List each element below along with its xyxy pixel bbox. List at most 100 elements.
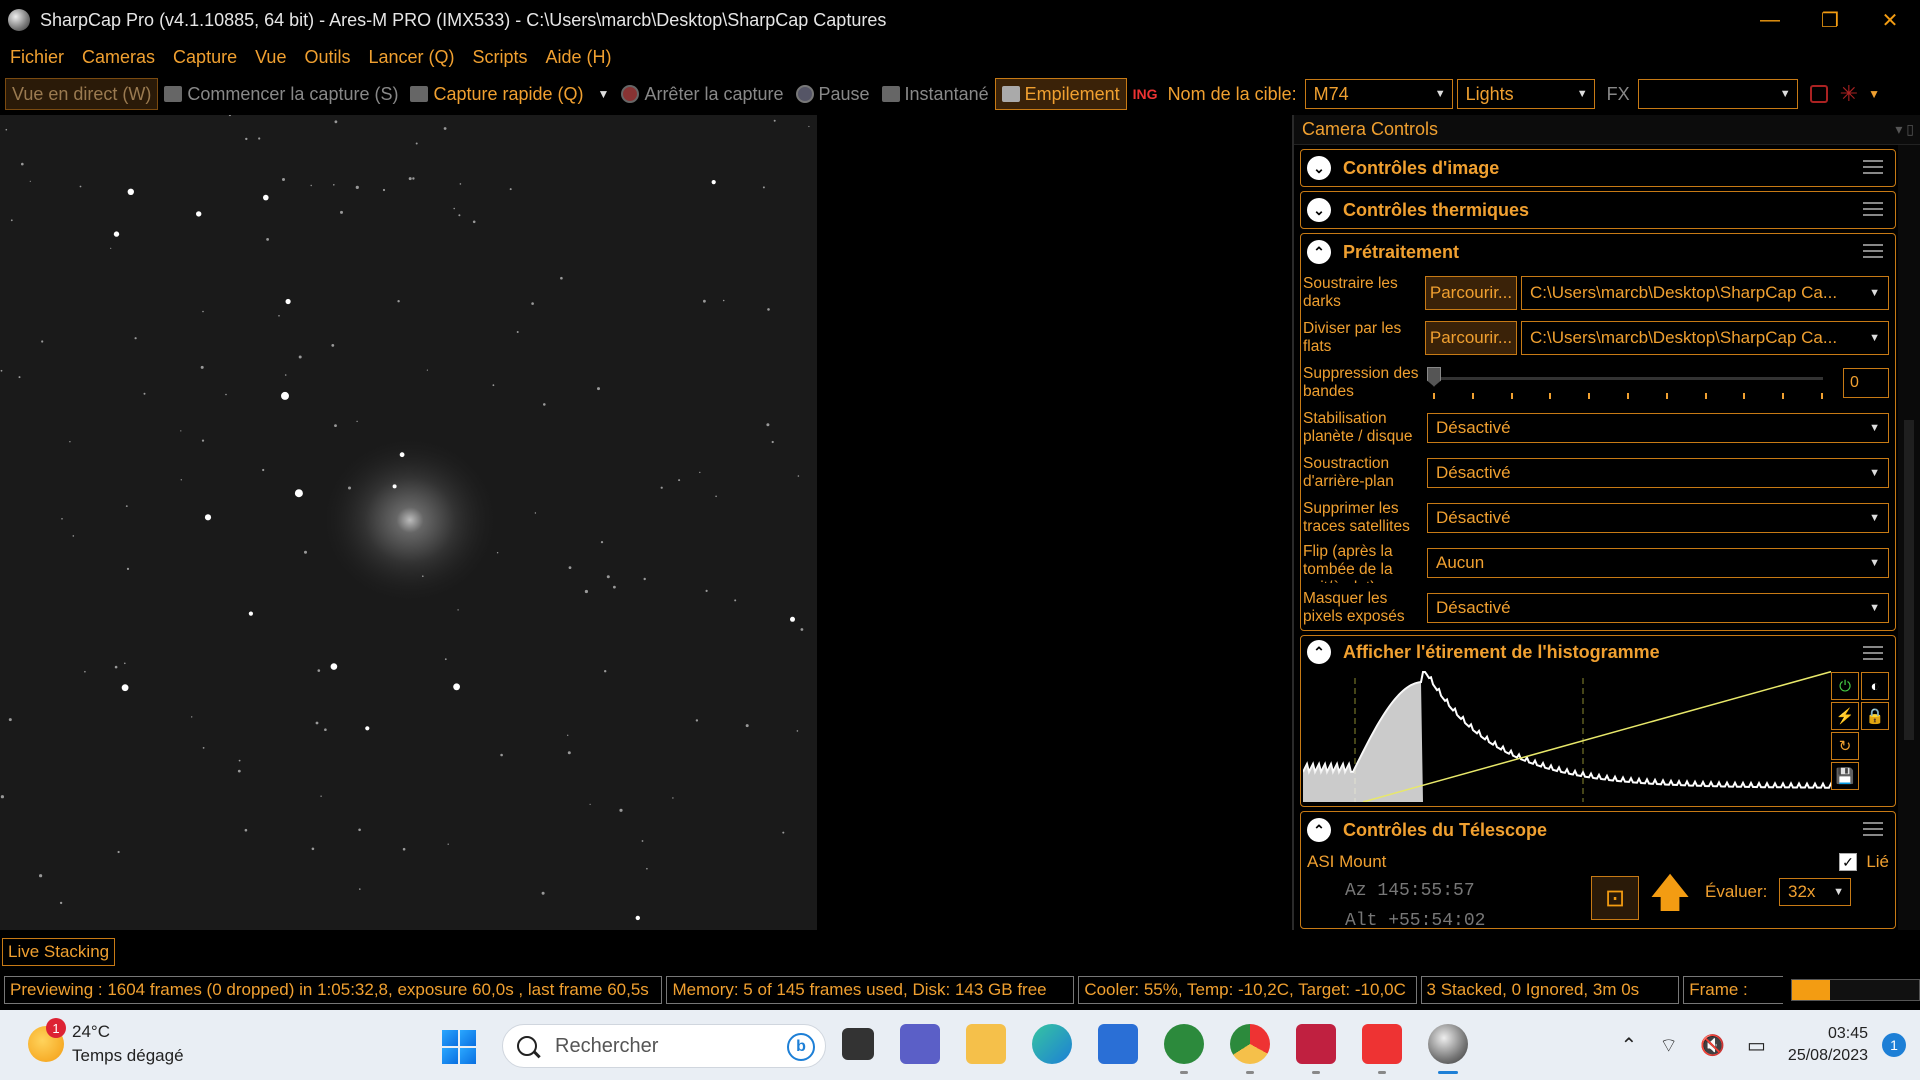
arrow-up-icon[interactable]: 🡅 xyxy=(1646,871,1694,920)
image-preview[interactable] xyxy=(0,115,817,930)
scrollbar-thumb[interactable] xyxy=(1904,420,1914,740)
flats-path-select[interactable]: C:\Users\marcb\Desktop\SharpCap Ca... ▼ xyxy=(1521,320,1889,355)
linked-checkbox[interactable]: ✓ xyxy=(1839,853,1857,871)
star xyxy=(61,518,63,520)
menu-scripts[interactable]: Scripts xyxy=(473,47,528,68)
phd-guiding-icon[interactable] xyxy=(1164,1024,1204,1074)
menu-lancer[interactable]: Lancer (Q) xyxy=(368,47,454,68)
wifi-icon[interactable]: ⌔ xyxy=(1659,1033,1678,1058)
minimize-button[interactable]: — xyxy=(1740,0,1800,40)
reset-icon[interactable]: ↻ xyxy=(1831,732,1859,760)
reticle-icon[interactable] xyxy=(1809,85,1828,103)
darks-path-select[interactable]: C:\Users\marcb\Desktop\SharpCap Ca... ▼ xyxy=(1521,275,1889,310)
task-view-icon[interactable] xyxy=(842,1028,874,1060)
menu-outils[interactable]: Outils xyxy=(304,47,350,68)
thermal-controls-header[interactable]: ⌄ Contrôles thermiques xyxy=(1301,192,1895,228)
panel-scrollbar[interactable] xyxy=(1898,145,1920,930)
target-select[interactable]: M74 ▼ xyxy=(1304,79,1453,109)
star xyxy=(541,891,545,895)
chevron-down-icon[interactable]: ▼ xyxy=(1868,87,1880,101)
edge-icon[interactable] xyxy=(1032,1024,1072,1064)
weather-widget[interactable]: 1 24°C Temps dégagé xyxy=(28,1018,184,1068)
taskbar-search[interactable]: Rechercher b xyxy=(502,1024,826,1068)
spiral-search-icon[interactable]: ⊡ xyxy=(1591,876,1639,920)
star xyxy=(5,128,8,131)
astro-app-icon[interactable] xyxy=(1296,1024,1336,1074)
hamburger-icon[interactable] xyxy=(1863,822,1883,836)
histogram-display[interactable]: ⏻ ◐ ⚡ 🔒 ↻ 💾 xyxy=(1302,668,1891,803)
live-view-button[interactable]: Vue en direct (W) xyxy=(5,78,159,110)
chrome-icon[interactable] xyxy=(1230,1024,1270,1074)
banding-slider[interactable] xyxy=(1427,363,1833,403)
flip-select[interactable]: Aucun ▼ xyxy=(1427,547,1889,578)
flats-browse-button[interactable]: Parcourir... xyxy=(1425,320,1517,355)
chevron-up-icon[interactable]: ⌃ xyxy=(1621,1033,1638,1058)
chevron-up-icon[interactable]: ⌃ xyxy=(1307,640,1331,664)
chevron-up-icon[interactable]: ⌃ xyxy=(1307,240,1331,264)
star xyxy=(333,184,335,186)
slider-thumb[interactable] xyxy=(1427,366,1441,387)
panel-title: Camera Controls xyxy=(1302,119,1439,139)
hamburger-icon[interactable] xyxy=(1863,646,1883,660)
chat-icon[interactable] xyxy=(900,1024,940,1064)
pause-button[interactable]: Pause xyxy=(790,78,876,110)
preprocessing-header[interactable]: ⌃ Prétraitement xyxy=(1301,234,1895,270)
menu-cameras[interactable]: Cameras xyxy=(82,47,155,68)
chevron-down-icon[interactable]: ⌄ xyxy=(1307,156,1331,180)
chevron-up-icon[interactable]: ⌃ xyxy=(1307,818,1331,842)
clock[interactable]: 03:45 25/08/2023 xyxy=(1788,1023,1868,1067)
start-capture-button[interactable]: Commencer la capture (S) xyxy=(158,78,404,110)
menu-aide[interactable]: Aide (H) xyxy=(546,47,612,68)
hamburger-icon[interactable] xyxy=(1863,244,1883,258)
frame-type-select[interactable]: Lights ▼ xyxy=(1456,79,1595,109)
save-icon[interactable]: 💾 xyxy=(1831,762,1859,790)
restore-button[interactable]: ❐ xyxy=(1800,0,1860,40)
anydesk-icon[interactable] xyxy=(1362,1024,1402,1074)
battery-icon[interactable]: ▭ xyxy=(1747,1033,1766,1058)
hamburger-icon[interactable] xyxy=(1863,160,1883,174)
star xyxy=(238,759,241,762)
cooler-status: Cooler: 55%, Temp: -10,2C, Target: -10,0… xyxy=(1078,976,1417,1004)
volume-muted-icon[interactable]: 🔇 xyxy=(1700,1033,1725,1058)
lightning-icon[interactable]: ⚡ xyxy=(1831,702,1859,730)
live-stacking-tab[interactable]: Live Stacking xyxy=(2,938,116,966)
lock-icon[interactable]: 🔒 xyxy=(1861,702,1889,730)
star xyxy=(127,188,134,195)
mask-row: Masquer les pixels exposés Désactivé ▼ xyxy=(1301,585,1895,630)
pin-icon[interactable]: ▾ ▯ xyxy=(1895,121,1914,138)
image-controls-header[interactable]: ⌄ Contrôles d'image xyxy=(1301,150,1895,186)
bing-icon[interactable]: b xyxy=(787,1033,815,1061)
file-explorer-icon[interactable] xyxy=(966,1024,1006,1064)
darks-browse-button[interactable]: Parcourir... xyxy=(1425,275,1517,310)
fx-select[interactable]: ▼ xyxy=(1637,79,1798,109)
hamburger-icon[interactable] xyxy=(1863,202,1883,216)
close-button[interactable]: ✕ xyxy=(1860,0,1920,40)
contrast-icon[interactable]: ◐ xyxy=(1861,672,1889,700)
satellite-select[interactable]: Désactivé ▼ xyxy=(1427,502,1889,533)
stacking-button[interactable]: Empilement xyxy=(994,78,1127,110)
sharpcap-taskbar-icon[interactable] xyxy=(1428,1024,1468,1074)
mask-select[interactable]: Désactivé ▼ xyxy=(1427,592,1889,623)
telescope-header[interactable]: ⌃ Contrôles du Télescope xyxy=(1301,812,1895,848)
chevron-down-icon[interactable]: ⌄ xyxy=(1307,198,1331,222)
start-button[interactable] xyxy=(442,1030,476,1064)
snapshot-button[interactable]: Instantané xyxy=(876,78,995,110)
stabilization-select[interactable]: Désactivé ▼ xyxy=(1427,412,1889,443)
evaluate-select[interactable]: 32x ▼ xyxy=(1779,878,1851,906)
chevron-down-icon: ▼ xyxy=(1869,511,1880,524)
crosshair-icon[interactable]: ✳ xyxy=(1840,81,1858,107)
histogram-header[interactable]: ⌃ Afficher l'étirement de l'histogramme xyxy=(1301,636,1895,668)
menu-fichier[interactable]: Fichier xyxy=(10,47,64,68)
star xyxy=(408,177,412,181)
power-icon[interactable]: ⏻ xyxy=(1831,672,1859,700)
menu-capture[interactable]: Capture xyxy=(173,47,237,68)
background-select[interactable]: Désactivé ▼ xyxy=(1427,457,1889,488)
menu-vue[interactable]: Vue xyxy=(255,47,286,68)
chevron-down-icon[interactable]: ▼ xyxy=(598,87,610,101)
store-icon[interactable] xyxy=(1098,1024,1138,1064)
notification-badge[interactable]: 1 xyxy=(1882,1033,1906,1057)
banding-value[interactable]: 0 xyxy=(1843,367,1889,398)
quick-capture-button[interactable]: Capture rapide (Q) ▼ xyxy=(404,78,615,110)
stop-capture-button[interactable]: Arrêter la capture xyxy=(615,78,789,110)
satellite-label: Supprimer les traces satellites xyxy=(1303,499,1410,535)
